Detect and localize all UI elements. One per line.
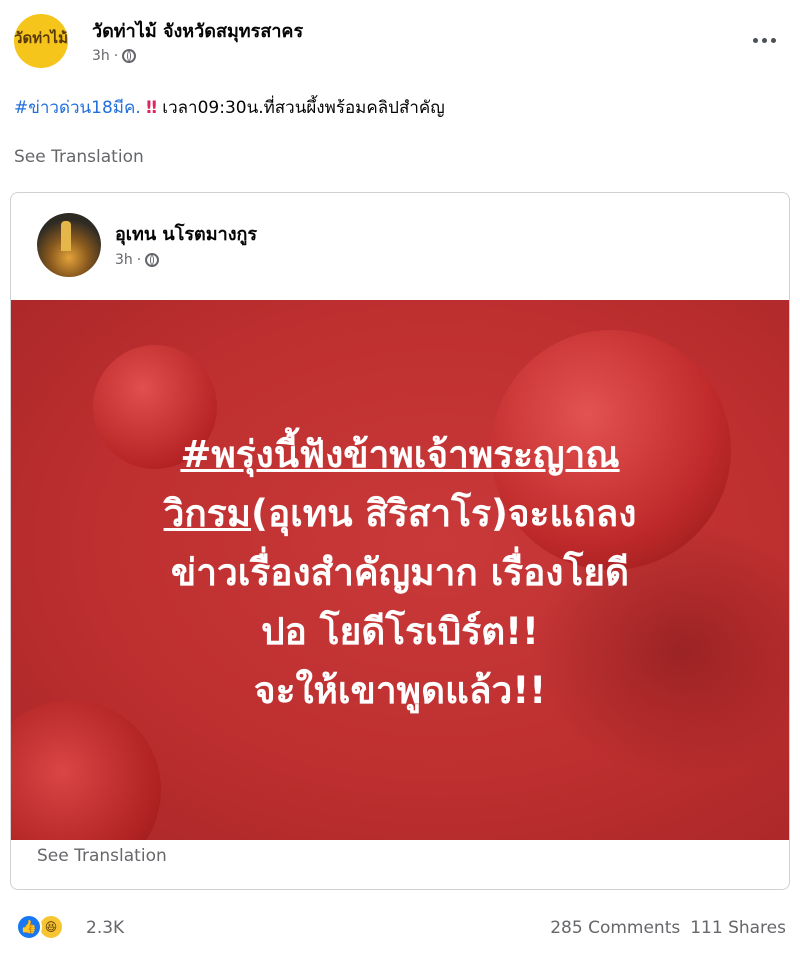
avatar-logo-text: วัดท่าไม้ [14,28,68,47]
hashtag-link[interactable]: #ข่าวด่วน18มีค. [14,98,141,118]
headline-line-5: จะให้เขาพูดแล้ว!! [253,669,547,712]
post-meta: 3h · [92,48,137,64]
more-dot-icon [770,37,776,43]
reactions-count[interactable]: 2.3K [86,918,124,938]
globe-icon [145,253,160,267]
headline-line-4: ปอ โยดีโรเบิร์ต!! [261,610,539,653]
image-headline: #พรุ่งนี้ฟังข้าพเจ้าพระญาณ วิกรม(อุเทน ส… [11,425,789,720]
shared-post-timestamp[interactable]: 3h [115,252,133,268]
see-translation-link[interactable]: See Translation [14,147,144,167]
post-stats-bar: 👍 😆 2.3K 285 Comments 111 Shares [0,912,800,948]
shares-count-link[interactable]: 111 Shares [690,918,786,938]
like-reaction-icon[interactable]: 👍 [16,914,42,940]
comments-count-link[interactable]: 285 Comments [550,918,680,938]
soccer-ball-graphic [11,700,161,840]
separator-dot: · [136,252,142,268]
shared-post-meta: 3h · [115,252,160,268]
post-timestamp[interactable]: 3h [92,48,110,64]
engagement-stats: 285 Comments 111 Shares [550,918,786,938]
shared-see-translation-link[interactable]: See Translation [37,846,167,866]
headline-line-2-underlined: วิกรม [163,492,252,535]
headline-line-2: วิกรม(อุเทน สิริสาโร)จะแถลง [11,484,789,543]
shared-post-image[interactable]: #พรุ่งนี้ฟังข้าพเจ้าพระญาณ วิกรม(อุเทน ส… [11,300,789,840]
headline-line-1: #พรุ่งนี้ฟังข้าพเจ้าพระญาณ [180,433,620,476]
more-options-button[interactable] [744,20,784,60]
headline-line-2-rest: (อุเทน สิริสาโร)จะแถลง [251,492,637,535]
globe-icon [122,49,137,63]
more-dot-icon [761,37,767,43]
headline-line-3: ข่าวเรื่องสำคัญมาก เรื่องโยดี [170,551,630,594]
post-text: #ข่าวด่วน18มีค. ‼ เวลา09:30น.ที่สวนผึ้งพ… [14,94,445,121]
post-body-text: เวลา09:30น.ที่สวนผึ้งพร้อมคลิปสำคัญ [156,98,445,118]
double-exclamation-emoji: ‼ [146,98,157,118]
more-dot-icon [752,37,758,43]
separator-dot: · [113,48,119,64]
shared-author-name[interactable]: อุเทน นโรตมางกูร [115,219,257,248]
page-avatar[interactable]: วัดท่าไม้ [14,14,68,68]
page-name-link[interactable]: วัดท่าไม้ จังหวัดสมุทรสาคร [92,16,303,45]
post-header: วัดท่าไม้ วัดท่าไม้ จังหวัดสมุทรสาคร 3h … [14,12,786,72]
shared-author-avatar[interactable] [37,213,101,277]
shared-post-card[interactable]: อุเทน นโรตมางกูร 3h · #พรุ่งนี้ฟังข้าพเจ… [10,192,790,890]
